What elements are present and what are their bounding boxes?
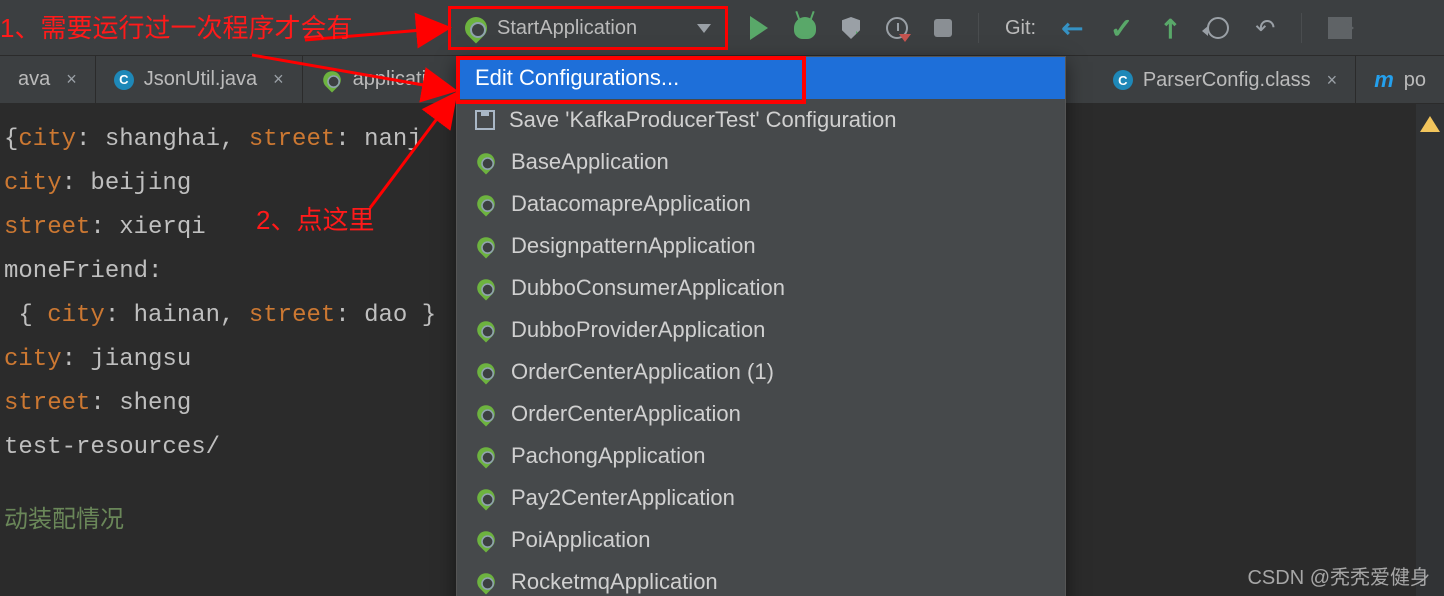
menu-label: BaseApplication	[511, 149, 669, 175]
menu-run-config[interactable]: RocketmqApplication	[457, 561, 1065, 596]
watermark: CSDN @秃秃爱健身	[1247, 561, 1430, 590]
toolbar-actions: Git: ↙ ✓ ↗ ↶	[750, 0, 1352, 56]
menu-run-config[interactable]: DubboConsumerApplication	[457, 267, 1065, 309]
spring-boot-icon	[477, 321, 495, 339]
java-class-locked-icon: C	[1113, 70, 1133, 90]
git-pull-icon[interactable]: ↙	[1054, 9, 1091, 46]
git-rollback-icon[interactable]: ↶	[1255, 14, 1275, 43]
menu-run-config[interactable]: DubboProviderApplication	[457, 309, 1065, 351]
menu-label: Save 'KafkaProducerTest' Configuration	[509, 107, 897, 133]
run-icon[interactable]	[750, 16, 768, 40]
spring-boot-icon	[477, 531, 495, 549]
spring-boot-icon	[477, 405, 495, 423]
close-icon[interactable]: ×	[1327, 70, 1338, 91]
menu-label: Edit Configurations...	[475, 65, 679, 91]
annotation-text-2: 2、点这里	[256, 200, 374, 237]
maven-icon: m	[1374, 67, 1394, 93]
git-push-icon[interactable]: ↗	[1152, 9, 1189, 46]
git-commit-icon[interactable]: ✓	[1110, 12, 1133, 45]
spring-boot-icon	[477, 195, 495, 213]
spring-boot-icon	[477, 237, 495, 255]
menu-run-config[interactable]: BaseApplication	[457, 141, 1065, 183]
build-icon[interactable]	[1328, 17, 1352, 39]
menu-label: RocketmqApplication	[511, 569, 718, 595]
menu-run-config[interactable]: OrderCenterApplication	[457, 393, 1065, 435]
spring-boot-icon	[477, 279, 495, 297]
run-config-selector[interactable]: StartApplication	[448, 6, 728, 50]
spring-boot-icon	[465, 17, 487, 39]
tab-label: JsonUtil.java	[144, 68, 257, 91]
menu-label: PachongApplication	[511, 443, 705, 469]
menu-run-config[interactable]: PoiApplication	[457, 519, 1065, 561]
debug-icon[interactable]	[794, 17, 816, 39]
menu-run-config[interactable]: Pay2CenterApplication	[457, 477, 1065, 519]
java-class-icon: C	[114, 70, 134, 90]
menu-run-config[interactable]: OrderCenterApplication (1)	[457, 351, 1065, 393]
tab-label: po	[1404, 69, 1426, 92]
tab-pom[interactable]: m po	[1356, 56, 1444, 104]
run-config-dropdown: Edit Configurations... Save 'KafkaProduc…	[456, 56, 1066, 596]
spring-boot-icon	[323, 71, 341, 89]
warning-icon[interactable]	[1420, 116, 1440, 132]
tab-jsonutil[interactable]: C JsonUtil.java ×	[96, 56, 303, 103]
tab-label: ParserConfig.class	[1143, 69, 1311, 92]
run-config-label: StartApplication	[497, 17, 637, 40]
spring-boot-icon	[477, 363, 495, 381]
save-icon	[475, 110, 495, 130]
tab-label: ava	[18, 68, 50, 91]
separator	[1301, 13, 1302, 43]
close-icon[interactable]: ×	[273, 69, 284, 90]
menu-label: PoiApplication	[511, 527, 650, 553]
menu-run-config[interactable]: DatacomapreApplication	[457, 183, 1065, 225]
tab-label: applicatio	[353, 68, 438, 91]
menu-label: OrderCenterApplication (1)	[511, 359, 774, 385]
editor-tabs-right: C ParserConfig.class × m po	[1095, 56, 1444, 104]
annotation-text-1: 1、需要运行过一次程序才会有	[0, 8, 352, 45]
menu-label: DatacomapreApplication	[511, 191, 751, 217]
menu-label: OrderCenterApplication	[511, 401, 741, 427]
profile-icon[interactable]	[886, 17, 908, 39]
menu-label: Pay2CenterApplication	[511, 485, 735, 511]
chevron-down-icon	[697, 24, 711, 33]
spring-boot-icon	[477, 489, 495, 507]
git-history-icon[interactable]	[1207, 17, 1229, 39]
menu-label: DesignpatternApplication	[511, 233, 756, 259]
spring-boot-icon	[477, 153, 495, 171]
spring-boot-icon	[477, 573, 495, 591]
menu-run-config[interactable]: PachongApplication	[457, 435, 1065, 477]
separator	[978, 13, 979, 43]
coverage-icon[interactable]	[842, 17, 860, 39]
editor-gutter	[1416, 104, 1444, 596]
spring-boot-icon	[477, 447, 495, 465]
tab-parserconfig[interactable]: C ParserConfig.class ×	[1095, 56, 1356, 104]
stop-icon[interactable]	[934, 19, 952, 37]
tab-ava[interactable]: ava ×	[0, 56, 96, 103]
menu-label: DubboProviderApplication	[511, 317, 765, 343]
menu-run-config[interactable]: DesignpatternApplication	[457, 225, 1065, 267]
menu-save-configuration[interactable]: Save 'KafkaProducerTest' Configuration	[457, 99, 1065, 141]
menu-label: DubboConsumerApplication	[511, 275, 785, 301]
close-icon[interactable]: ×	[66, 69, 77, 90]
menu-edit-configurations[interactable]: Edit Configurations...	[457, 57, 1065, 99]
git-label: Git:	[1005, 17, 1036, 40]
